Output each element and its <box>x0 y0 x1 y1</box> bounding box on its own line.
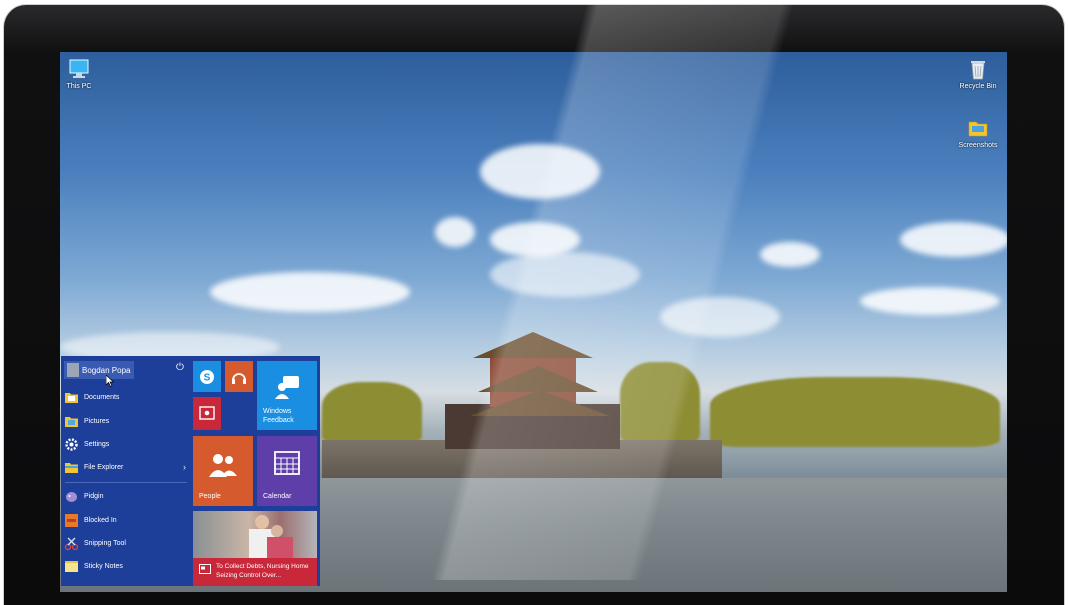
tower-roof <box>473 332 593 358</box>
tile-label: People <box>199 493 221 500</box>
cloud <box>760 242 820 267</box>
tile-skype[interactable]: S <box>193 361 221 392</box>
person-head <box>271 525 283 537</box>
start-item-label: Sticky Notes <box>84 562 123 570</box>
mouse-cursor-icon <box>106 375 114 387</box>
cloud <box>660 297 780 337</box>
svg-text:S: S <box>204 373 211 384</box>
scissors-icon <box>64 537 79 550</box>
start-item-pictures[interactable]: Pictures <box>64 411 188 431</box>
desktop-icon-recycle-bin[interactable]: Recycle Bin <box>948 58 1008 90</box>
skype-icon: S <box>200 370 214 384</box>
tile-calendar[interactable]: Calendar <box>257 436 317 506</box>
feedback-icon <box>275 376 299 399</box>
cloud <box>900 222 1007 257</box>
start-item-sticky-notes[interactable]: Sticky Notes <box>64 556 188 576</box>
start-item-label: Documents <box>84 393 120 401</box>
news-photo <box>193 511 317 558</box>
sticky-note-icon <box>65 560 78 572</box>
start-item-label: Blocked In <box>84 516 117 524</box>
desktop-icon-this-pc[interactable]: This PC <box>49 58 109 90</box>
documents-folder-icon <box>65 392 78 403</box>
tile-windows-feedback[interactable]: Windows Feedback <box>257 361 317 430</box>
gear-icon <box>65 437 78 451</box>
tower-roof <box>478 366 598 392</box>
tile-news[interactable]: To Collect Debts, Nursing Home Seizing C… <box>193 511 317 586</box>
trees <box>322 382 422 442</box>
tile-label: Calendar <box>263 493 292 500</box>
tower-roof <box>470 390 610 416</box>
user-name: Bogdan Popa <box>82 365 131 375</box>
desktop-icon-screenshots[interactable]: Screenshots <box>948 117 1008 149</box>
tile-label: Windows Feedback <box>263 408 294 424</box>
folder-icon <box>968 121 988 137</box>
start-menu: Bogdan Popa ⏻ Documents Pictures Setting… <box>61 356 320 586</box>
start-item-label: Pidgin <box>84 492 104 500</box>
start-item-snipping-tool[interactable]: Snipping Tool <box>64 533 188 553</box>
start-item-label: Snipping Tool <box>84 539 126 547</box>
desktop-icon-label: This PC <box>66 83 92 90</box>
start-item-documents[interactable]: Documents <box>64 387 188 407</box>
menu-divider <box>65 482 187 483</box>
start-item-settings[interactable]: Settings <box>64 434 188 454</box>
user-account[interactable]: Bogdan Popa <box>64 361 188 379</box>
start-item-blocked-in[interactable]: Blocked In <box>64 510 188 530</box>
trees <box>710 377 1000 447</box>
person-head <box>255 515 269 529</box>
video-icon <box>199 406 215 420</box>
cloud <box>480 144 600 199</box>
power-icon[interactable]: ⏻ <box>176 362 184 373</box>
news-headline: To Collect Debts, Nursing Home Seizing C… <box>216 563 309 579</box>
recycle-bin-icon <box>971 61 985 80</box>
news-icon <box>199 564 211 574</box>
tile-people[interactable]: People <box>193 436 253 506</box>
start-item-pidgin[interactable]: Pidgin <box>64 486 188 506</box>
start-item-label: Settings <box>84 440 110 448</box>
file-explorer-icon <box>65 462 78 473</box>
avatar <box>67 363 79 377</box>
computer-icon <box>69 59 89 78</box>
start-item-label: File Explorer <box>84 463 124 471</box>
blocked-in-icon <box>65 513 78 527</box>
desktop-icon-label: Recycle Bin <box>959 83 997 90</box>
cloud <box>435 217 475 247</box>
cloud <box>490 252 640 297</box>
tile-video[interactable] <box>193 397 221 430</box>
cloud <box>210 272 410 312</box>
cloud <box>860 287 1000 315</box>
start-menu-left-pane: Bogdan Popa ⏻ Documents Pictures Setting… <box>61 356 191 586</box>
person-body <box>267 537 293 558</box>
chevron-right-icon[interactable]: › <box>183 462 186 472</box>
pidgin-icon <box>66 491 77 502</box>
headphones-icon <box>232 373 246 384</box>
start-item-file-explorer[interactable]: File Explorer › <box>64 457 188 477</box>
trees <box>620 362 700 442</box>
pictures-folder-icon <box>65 416 78 427</box>
desktop-icon-label: Screenshots <box>958 142 998 149</box>
people-icon <box>209 454 237 477</box>
calendar-icon <box>274 451 300 475</box>
start-item-label: Pictures <box>84 417 110 425</box>
tile-music[interactable] <box>225 361 253 392</box>
user-chip[interactable]: Bogdan Popa <box>64 361 134 379</box>
